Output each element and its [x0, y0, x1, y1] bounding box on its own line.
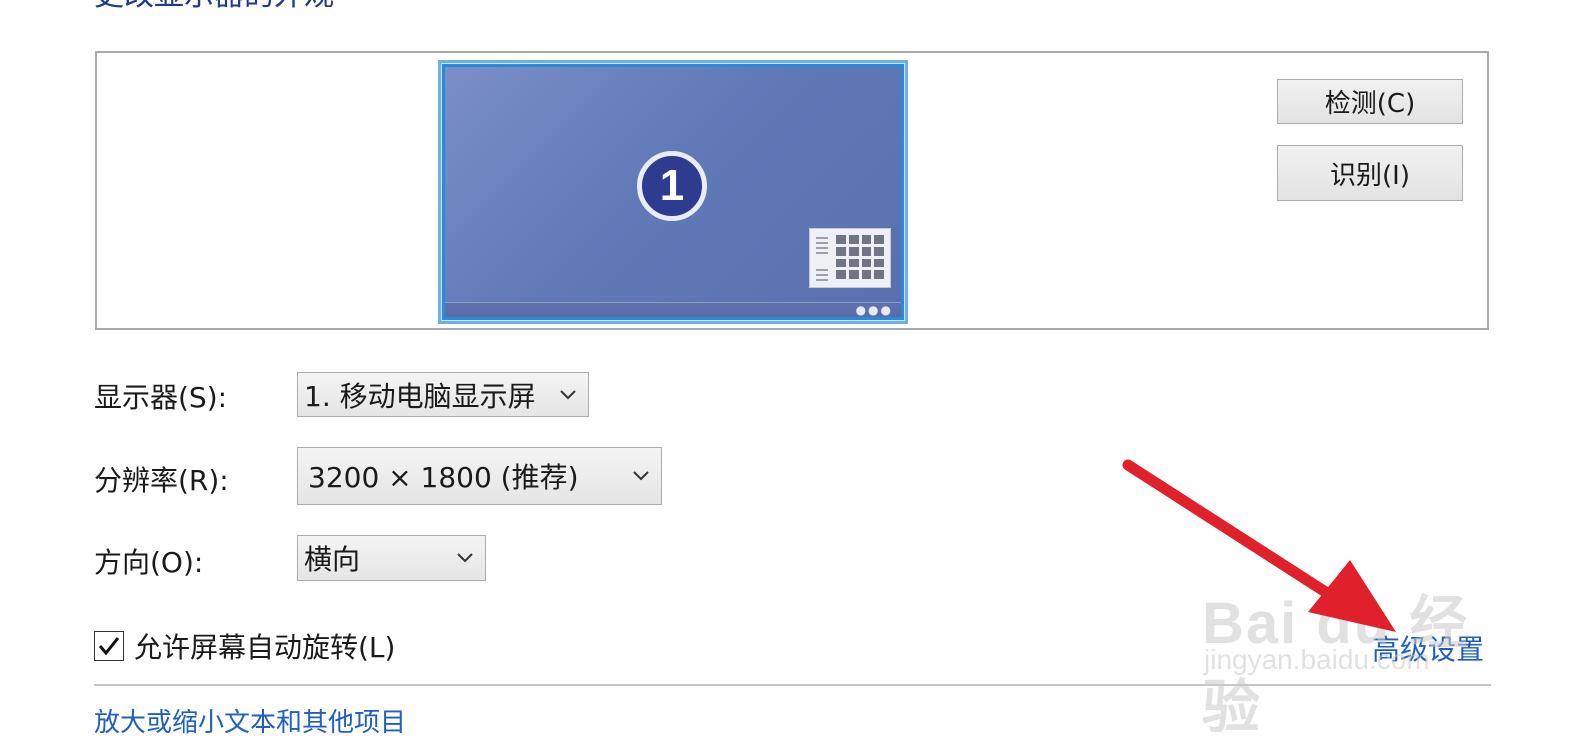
start-screen-icon — [809, 228, 891, 288]
advanced-settings-link[interactable]: 高级设置 — [1372, 628, 1484, 668]
chevron-down-icon — [633, 471, 649, 481]
auto-rotate-checkbox[interactable] — [94, 631, 124, 661]
text-size-link[interactable]: 放大或缩小文本和其他项目 — [94, 708, 406, 738]
resolution-label: 分辨率(R): — [94, 464, 229, 497]
monitor-1-thumbnail[interactable]: 1 ●●● — [438, 60, 908, 324]
orientation-select-value: 横向 — [304, 543, 361, 576]
display-label: 显示器(S): — [94, 381, 228, 414]
auto-rotate-option[interactable]: 允许屏幕自动旋转(L) — [94, 628, 395, 664]
orientation-select[interactable]: 横向 — [297, 535, 486, 581]
identify-button[interactable]: 识别(I) — [1277, 145, 1463, 201]
checkmark-icon — [98, 637, 120, 656]
taskbar: ●●● — [445, 302, 901, 317]
monitor-screen: 1 ●●● — [445, 67, 901, 317]
resolution-select[interactable]: 3200 × 1800 (推荐) — [297, 447, 662, 505]
section-divider — [94, 684, 1491, 686]
page-title: 更改显示器的外观 — [94, 0, 334, 14]
chevron-down-icon — [560, 389, 576, 399]
resolution-select-value: 3200 × 1800 (推荐) — [308, 461, 579, 494]
chevron-down-icon — [457, 553, 473, 563]
orientation-label: 方向(O): — [94, 546, 204, 579]
more-dots-icon: ●●● — [855, 303, 893, 317]
display-select-value: 1. 移动电脑显示屏 — [304, 379, 536, 413]
monitor-number-badge: 1 — [637, 151, 707, 221]
detect-button[interactable]: 检测(C) — [1277, 79, 1463, 124]
display-select[interactable]: 1. 移动电脑显示屏 — [297, 372, 589, 417]
auto-rotate-label: 允许屏幕自动旋转(L) — [134, 631, 396, 664]
